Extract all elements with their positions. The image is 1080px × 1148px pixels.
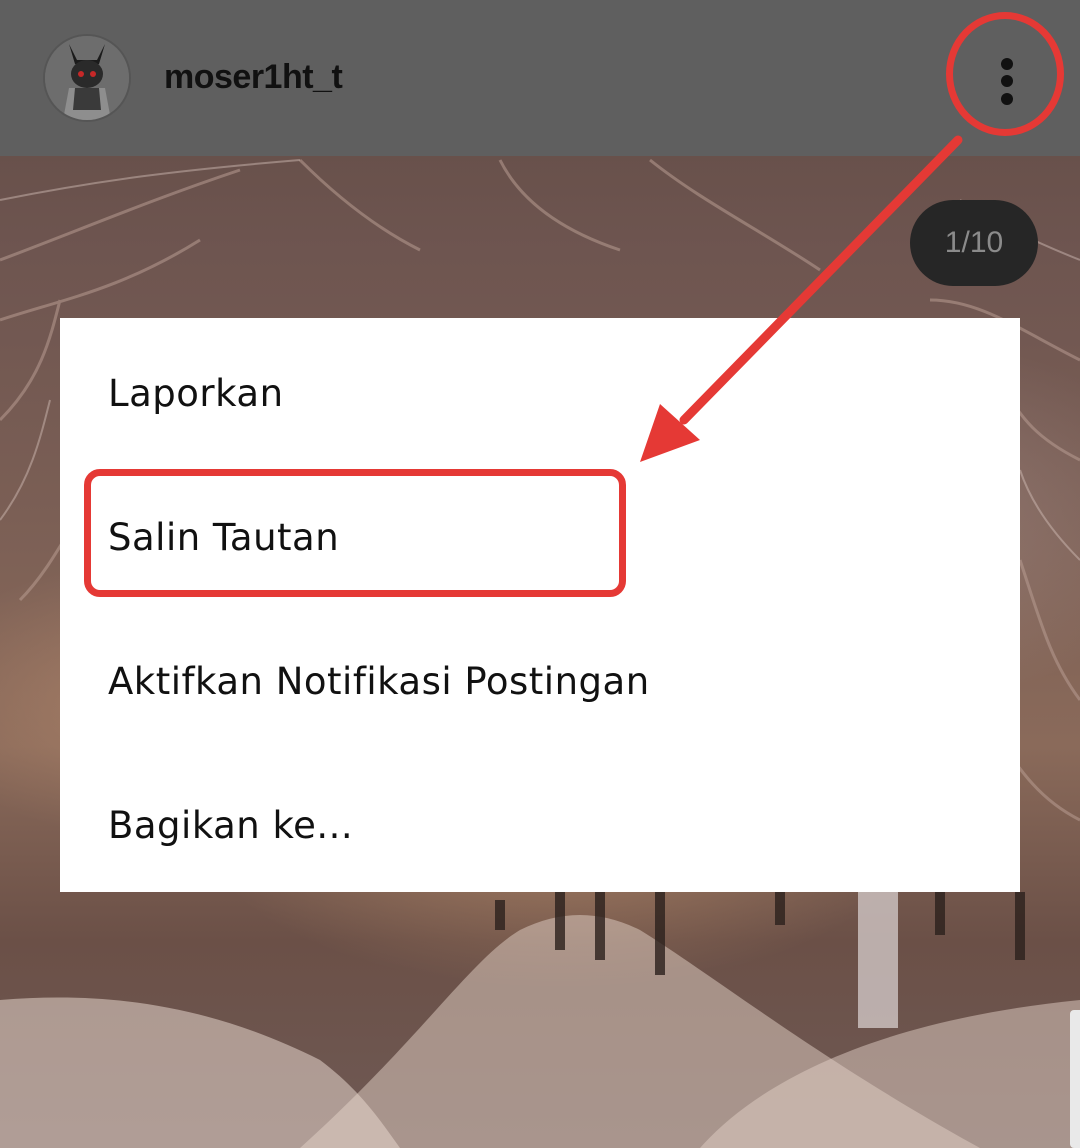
- instagram-post-screen: moser1ht_t 1/10 Laporkan Salin Tautan Ak…: [0, 0, 1080, 1148]
- image-counter-badge: 1/10: [910, 200, 1038, 286]
- scroll-edge: [1070, 1010, 1080, 1148]
- post-username[interactable]: moser1ht_t: [164, 58, 343, 97]
- dark-character-avatar-icon: [45, 36, 129, 120]
- menu-item-turn-on-post-notifications[interactable]: Aktifkan Notifikasi Postingan: [60, 609, 1020, 753]
- more-options-button[interactable]: [950, 18, 1066, 134]
- menu-item-copy-link[interactable]: Salin Tautan: [60, 465, 1020, 609]
- avatar[interactable]: [43, 34, 131, 122]
- post-header: moser1ht_t: [0, 0, 1080, 156]
- menu-item-report[interactable]: Laporkan: [60, 321, 1020, 465]
- post-options-menu: Laporkan Salin Tautan Aktifkan Notifikas…: [60, 318, 1020, 892]
- menu-item-share-to[interactable]: Bagikan ke...: [60, 753, 1020, 897]
